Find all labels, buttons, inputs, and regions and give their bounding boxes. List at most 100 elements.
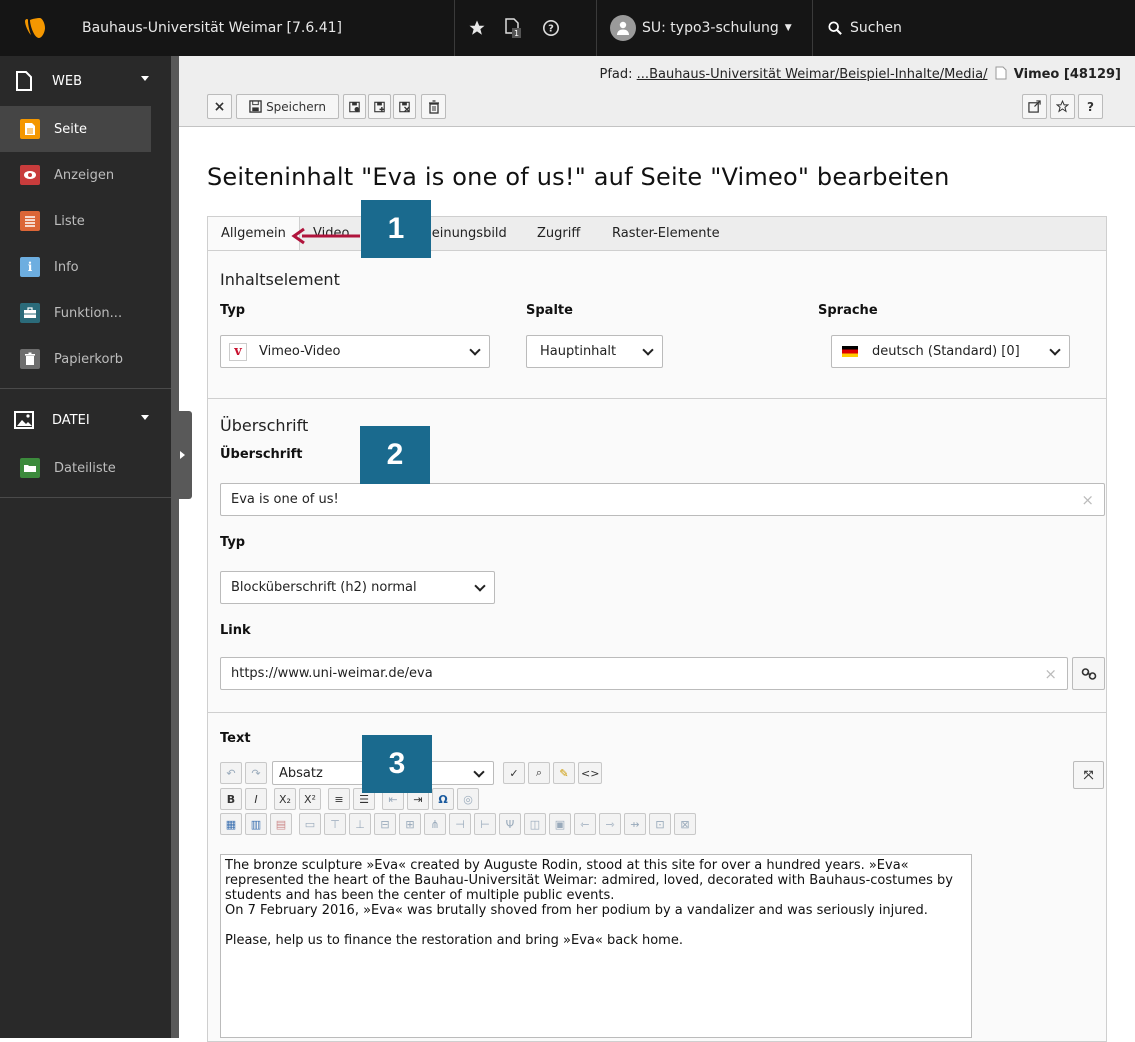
path-current: Vimeo [48129] <box>1013 67 1121 82</box>
header-type-label: Typ <box>220 535 246 550</box>
italic-icon[interactable]: I <box>245 788 267 810</box>
module-group-web[interactable]: WEB <box>0 56 171 106</box>
superscript-icon[interactable]: X² <box>299 788 321 810</box>
table-icon[interactable]: ▦ <box>220 813 242 835</box>
special-char-icon[interactable]: Ω <box>432 788 454 810</box>
cell-insert-after-icon[interactable]: ⇾ <box>599 813 621 835</box>
link-label: Link <box>220 623 251 638</box>
link-input[interactable]: https://www.uni-weimar.de/eva × <box>220 657 1068 690</box>
column-value: Hauptinhalt <box>540 344 617 359</box>
row-split-icon[interactable]: ⊞ <box>399 813 421 835</box>
clear-icon[interactable]: × <box>1081 491 1094 509</box>
column-delete-icon[interactable]: Ψ <box>499 813 521 835</box>
cell-merge-icon[interactable]: ⊠ <box>674 813 696 835</box>
cell-insert-before-icon[interactable]: ⇽ <box>574 813 596 835</box>
save-view-button[interactable] <box>343 94 366 119</box>
tab-raster-elemente[interactable]: Raster-Elemente <box>599 217 733 251</box>
clear-icon[interactable]: × <box>1044 665 1057 683</box>
source-code-icon[interactable]: <> <box>578 762 603 784</box>
bold-icon[interactable]: B <box>220 788 242 810</box>
close-button[interactable]: × <box>207 94 232 119</box>
search-toggle[interactable]: Suchen <box>828 0 902 56</box>
typo3-logo-icon[interactable] <box>0 0 70 56</box>
german-flag-icon <box>842 346 858 357</box>
fullscreen-button[interactable]: ⤧ <box>1073 761 1104 789</box>
save-button[interactable]: Speichern <box>236 94 339 119</box>
tab-zugriff[interactable]: Zugriff <box>524 217 593 251</box>
open-documents-badge: 1 <box>514 29 519 38</box>
external-link-icon <box>1028 100 1041 113</box>
save-close-button[interactable] <box>393 94 416 119</box>
content-element-panel: Inhaltselement Typ Spalte Sprache v Vime… <box>207 250 1107 399</box>
tab-allgemein[interactable]: Allgemein <box>208 217 300 252</box>
header-value: Eva is one of us! <box>231 492 339 507</box>
undo-icon[interactable]: ↶ <box>220 762 242 784</box>
column-select[interactable]: Hauptinhalt <box>526 335 663 368</box>
save-new-button[interactable] <box>368 94 391 119</box>
spellcheck-icon[interactable]: ✓ <box>503 762 525 784</box>
user-menu[interactable]: SU: typo3-schulung ▼ <box>610 0 792 56</box>
module-item-dateiliste[interactable]: Dateiliste <box>0 445 171 491</box>
module-item-label: Anzeigen <box>54 167 115 183</box>
column-split-icon[interactable]: ◫ <box>524 813 546 835</box>
module-item-label: Seite <box>54 121 87 137</box>
header-type-select[interactable]: Blocküberschrift (h2) normal <box>220 571 495 604</box>
insert-link-icon[interactable]: ◎ <box>457 788 479 810</box>
content-type-select[interactable]: v Vimeo-Video <box>220 335 490 368</box>
module-item-liste[interactable]: Liste <box>0 198 171 244</box>
ordered-list-icon[interactable]: ≡ <box>328 788 350 810</box>
delete-button[interactable] <box>421 94 446 119</box>
path-link[interactable]: ...Bauhaus-Universität Weimar/Beispiel-I… <box>637 67 988 82</box>
open-new-window-button[interactable] <box>1022 94 1047 119</box>
sidebar-scrollbar <box>171 56 179 1038</box>
page-icon <box>995 66 1007 80</box>
column-insert-left-icon[interactable]: ⊣ <box>449 813 471 835</box>
help-icon[interactable]: ? <box>534 0 568 56</box>
open-documents-icon[interactable]: 1 <box>496 0 530 56</box>
module-item-papierkorb[interactable]: Papierkorb <box>0 336 171 382</box>
module-item-label: Dateiliste <box>54 460 116 476</box>
text-paragraph: The bronze sculpture »Eva« created by Au… <box>225 858 953 903</box>
search-label: Suchen <box>850 20 902 36</box>
table-delete-icon[interactable]: ▤ <box>270 813 292 835</box>
header-input[interactable]: Eva is one of us! × <box>220 483 1105 516</box>
module-item-anzeigen[interactable]: Anzeigen <box>0 152 171 198</box>
cell-properties-icon[interactable]: ▣ <box>549 813 571 835</box>
rte-text-area[interactable]: The bronze sculpture »Eva« created by Au… <box>220 854 972 1038</box>
column-properties-icon[interactable]: ⋔ <box>424 813 446 835</box>
cell-delete-icon[interactable]: ⇸ <box>624 813 646 835</box>
module-item-seite[interactable]: Seite <box>0 106 151 152</box>
redo-icon[interactable]: ↷ <box>245 762 267 784</box>
format-value: Absatz <box>279 765 323 781</box>
top-bar: Bauhaus-Universität Weimar [7.6.41] 1 ? … <box>0 0 1135 56</box>
callout-2: 2 <box>360 426 430 484</box>
bookmark-button[interactable] <box>1050 94 1075 119</box>
language-select[interactable]: deutsch (Standard) [0] <box>831 335 1070 368</box>
chevron-down-icon <box>1049 344 1061 356</box>
bookmark-star-icon[interactable] <box>462 0 492 56</box>
table-properties-icon[interactable]: ▥ <box>245 813 267 835</box>
row-insert-below-icon[interactable]: ⊥ <box>349 813 371 835</box>
search-icon <box>828 21 842 35</box>
column-insert-right-icon[interactable]: ⊢ <box>474 813 496 835</box>
content-area: Seiteninhalt "Eva is one of us!" auf Sei… <box>179 127 1135 1042</box>
help-button[interactable]: ? <box>1078 94 1103 119</box>
module-item-funktionen[interactable]: Funktion... <box>0 290 171 336</box>
subscript-icon[interactable]: X₂ <box>274 788 296 810</box>
site-name[interactable]: Bauhaus-Universität Weimar [7.6.41] <box>82 0 342 56</box>
image-group-icon <box>14 411 34 429</box>
module-item-info[interactable]: i Info <box>0 244 171 290</box>
divider <box>454 0 455 56</box>
module-group-datei[interactable]: DATEI <box>0 395 171 445</box>
eye-icon <box>20 165 40 185</box>
find-replace-icon[interactable]: ⌕ <box>528 762 550 784</box>
link-browser-button[interactable] <box>1072 657 1105 690</box>
module-item-label: Info <box>54 259 79 275</box>
module-item-label: Funktion... <box>54 305 123 321</box>
user-avatar-icon <box>610 15 636 41</box>
row-insert-above-icon[interactable]: ⊤ <box>324 813 346 835</box>
row-delete-icon[interactable]: ⊟ <box>374 813 396 835</box>
clean-format-icon[interactable]: ✎ <box>553 762 575 784</box>
row-properties-icon[interactable]: ▭ <box>299 813 321 835</box>
cell-split-icon[interactable]: ⊡ <box>649 813 671 835</box>
